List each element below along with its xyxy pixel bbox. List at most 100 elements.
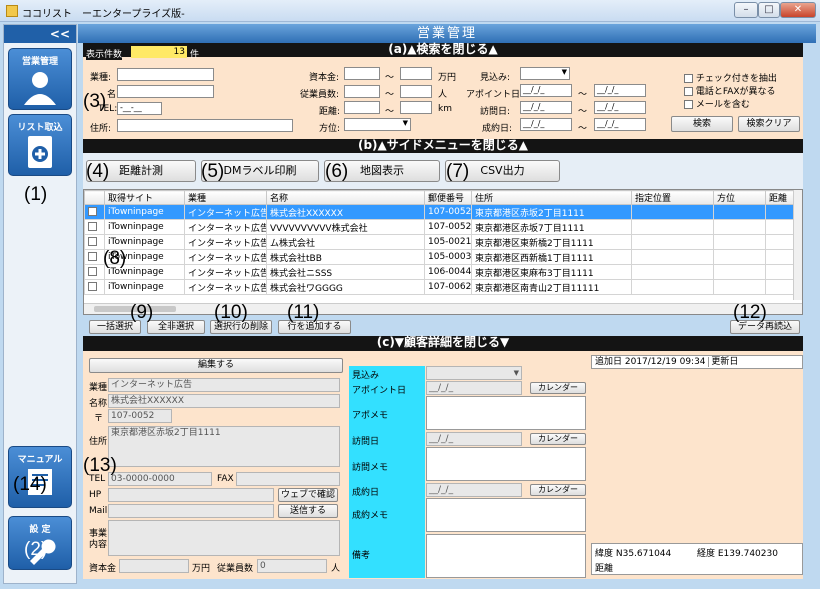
detail-employees-unit: 人 [331, 564, 341, 574]
capital-max-input[interactable] [400, 67, 432, 80]
search-button[interactable]: 検索 [671, 116, 733, 132]
check-extract-checkbox[interactable]: チェック付きを抽出 [684, 71, 777, 84]
appoint-date-input[interactable]: __/_/_ [426, 381, 522, 395]
checkbox-box[interactable] [684, 87, 693, 96]
chevron-down-icon: ▼ [402, 119, 408, 127]
header-industry[interactable]: 業種 [184, 190, 267, 205]
side-menu-section-toggle[interactable]: (b)▲サイドメニューを閉じる▲ [83, 139, 803, 153]
appoint-from-input[interactable]: __/_/_ [520, 84, 572, 97]
header-check[interactable] [84, 190, 105, 205]
deselect-all-button[interactable]: 全非選択 [147, 320, 205, 334]
closed-label: 成約日: [482, 124, 513, 134]
list-import-label: リスト取込 [17, 123, 63, 133]
header-direction[interactable]: 方位 [713, 190, 766, 205]
sales-management-label: 営業管理 [21, 57, 58, 67]
row-checkbox[interactable] [88, 267, 97, 276]
prospect-select[interactable]: ▼ [520, 67, 570, 80]
check-tel-fax-checkbox[interactable]: 電話とFAXが異なる [684, 84, 776, 97]
annotation-11: (11) [287, 302, 320, 323]
detail-section-toggle[interactable]: (c)▼顧客詳細を閉じる▼ [83, 336, 803, 351]
annotation-6: (6) [325, 161, 349, 182]
checkbox-box[interactable] [684, 74, 693, 83]
closed-to-input[interactable]: __/_/_ [594, 118, 646, 131]
close-button[interactable]: ✕ [780, 2, 816, 18]
header-name[interactable]: 名称 [266, 190, 425, 205]
table-row[interactable]: iTowninpage インターネット広告 株式会社tBB 105-0003 東京都港区… [84, 249, 801, 265]
annotation-10: (10) [214, 302, 248, 323]
address-input[interactable] [117, 119, 293, 132]
header-zip[interactable]: 郵便番号 [424, 190, 472, 205]
send-mail-button[interactable]: 送信する [278, 504, 338, 518]
row-checkbox[interactable] [88, 237, 97, 246]
employees-min-input[interactable] [344, 85, 380, 98]
display-count-label: 表示件数 [86, 47, 123, 60]
check-mail-checkbox[interactable]: メールを含む [684, 97, 750, 110]
detail-address-value: 東京都港区赤坂2丁目1111 [108, 426, 340, 467]
sales-management-button[interactable]: 営業管理 [8, 48, 72, 110]
cell-address: 東京都港区南青山2丁目11111 [471, 279, 632, 295]
prospect-detail-label: 見込み [352, 371, 380, 381]
row-checkbox[interactable] [88, 282, 97, 291]
table-row[interactable]: iTowninpage インターネット広告 ム株式会社 105-0021 東京都港区東新… [84, 234, 801, 250]
grid-vertical-scrollbar[interactable] [793, 190, 802, 300]
employees-label: 従業員数: [300, 90, 340, 100]
distance-min-input[interactable] [344, 101, 380, 114]
display-count-unit: 件 [190, 50, 200, 60]
header-site[interactable]: 取得サイト [104, 190, 185, 205]
cell-direction [713, 219, 766, 235]
cell-position [631, 234, 714, 250]
detail-name-value: 株式会社XXXXXX [108, 394, 340, 408]
grid-horizontal-scrollbar[interactable] [84, 303, 802, 314]
cell-zip: 105-0003 [424, 249, 472, 265]
prospect-detail-select[interactable]: ▼ [426, 366, 522, 380]
capital-min-input[interactable] [344, 67, 380, 80]
visit-calendar-button[interactable]: カレンダー [530, 433, 586, 445]
search-clear-button[interactable]: 検索クリア [738, 116, 800, 132]
minimize-button[interactable]: – [734, 2, 758, 18]
appoint-to-input[interactable]: __/_/_ [594, 84, 646, 97]
table-row[interactable]: iTowninpage インターネット広告 株式会社ニSSS 106-0044 東京都港… [84, 264, 801, 280]
list-import-button[interactable]: リスト取込 [8, 114, 72, 176]
table-row[interactable]: iTowninpage インターネット広告 株式会社ワGGGG 107-0062 東京都… [84, 279, 801, 295]
edit-button[interactable]: 編集する [89, 358, 343, 373]
cell-name: VVVVVVVVVV株式会社 [266, 219, 425, 235]
visit-detail-label: 訪問日 [352, 437, 380, 447]
row-checkbox[interactable] [88, 252, 97, 261]
cell-position [631, 219, 714, 235]
closed-date-input[interactable]: __/_/_ [426, 483, 522, 497]
cell-address: 東京都港区赤坂7丁目1111 [471, 219, 632, 235]
row-checkbox[interactable] [88, 222, 97, 231]
appoint-calendar-button[interactable]: カレンダー [530, 382, 586, 394]
name-input[interactable] [117, 85, 214, 98]
check-mail-label: メールを含む [695, 100, 750, 110]
appo-memo-textarea[interactable] [426, 396, 586, 430]
maximize-button[interactable]: □ [758, 2, 780, 18]
remarks-textarea[interactable] [426, 534, 586, 578]
table-row[interactable]: iTowninpage インターネット広告 株式会社XXXXXX 107-0052 東京… [84, 204, 801, 220]
cell-position [631, 204, 714, 220]
distance-max-input[interactable] [400, 101, 432, 114]
row-checkbox[interactable] [88, 207, 97, 216]
sidebar-collapse-button[interactable]: << [4, 25, 76, 43]
web-check-button[interactable]: ウェブで確認 [278, 488, 338, 502]
appo-memo-label: アポメモ [352, 411, 389, 421]
customer-grid[interactable]: 取得サイト 業種 名称 郵便番号 住所 指定位置 方位 距離 iTowninpa… [83, 189, 803, 315]
table-row[interactable]: iTowninpage インターネット広告 VVVVVVVVVV株式会社 107-00… [84, 219, 801, 235]
visit-from-input[interactable]: __/_/_ [520, 101, 572, 114]
header-address[interactable]: 住所 [471, 190, 632, 205]
direction-select[interactable]: ▼ [344, 118, 411, 131]
header-position[interactable]: 指定位置 [631, 190, 714, 205]
tel-input[interactable]: -__-__ [117, 102, 162, 115]
closed-from-input[interactable]: __/_/_ [520, 118, 572, 131]
industry-input[interactable] [117, 68, 214, 81]
closed-calendar-button[interactable]: カレンダー [530, 484, 586, 496]
detail-capital-label: 資本金 [89, 564, 117, 574]
closed-memo-label: 成約メモ [352, 511, 389, 521]
visit-memo-textarea[interactable] [426, 447, 586, 481]
visit-to-input[interactable]: __/_/_ [594, 101, 646, 114]
closed-memo-textarea[interactable] [426, 498, 586, 532]
detail-fax-value [236, 472, 340, 486]
checkbox-box[interactable] [684, 100, 693, 109]
visit-date-input[interactable]: __/_/_ [426, 432, 522, 446]
employees-max-input[interactable] [400, 85, 432, 98]
